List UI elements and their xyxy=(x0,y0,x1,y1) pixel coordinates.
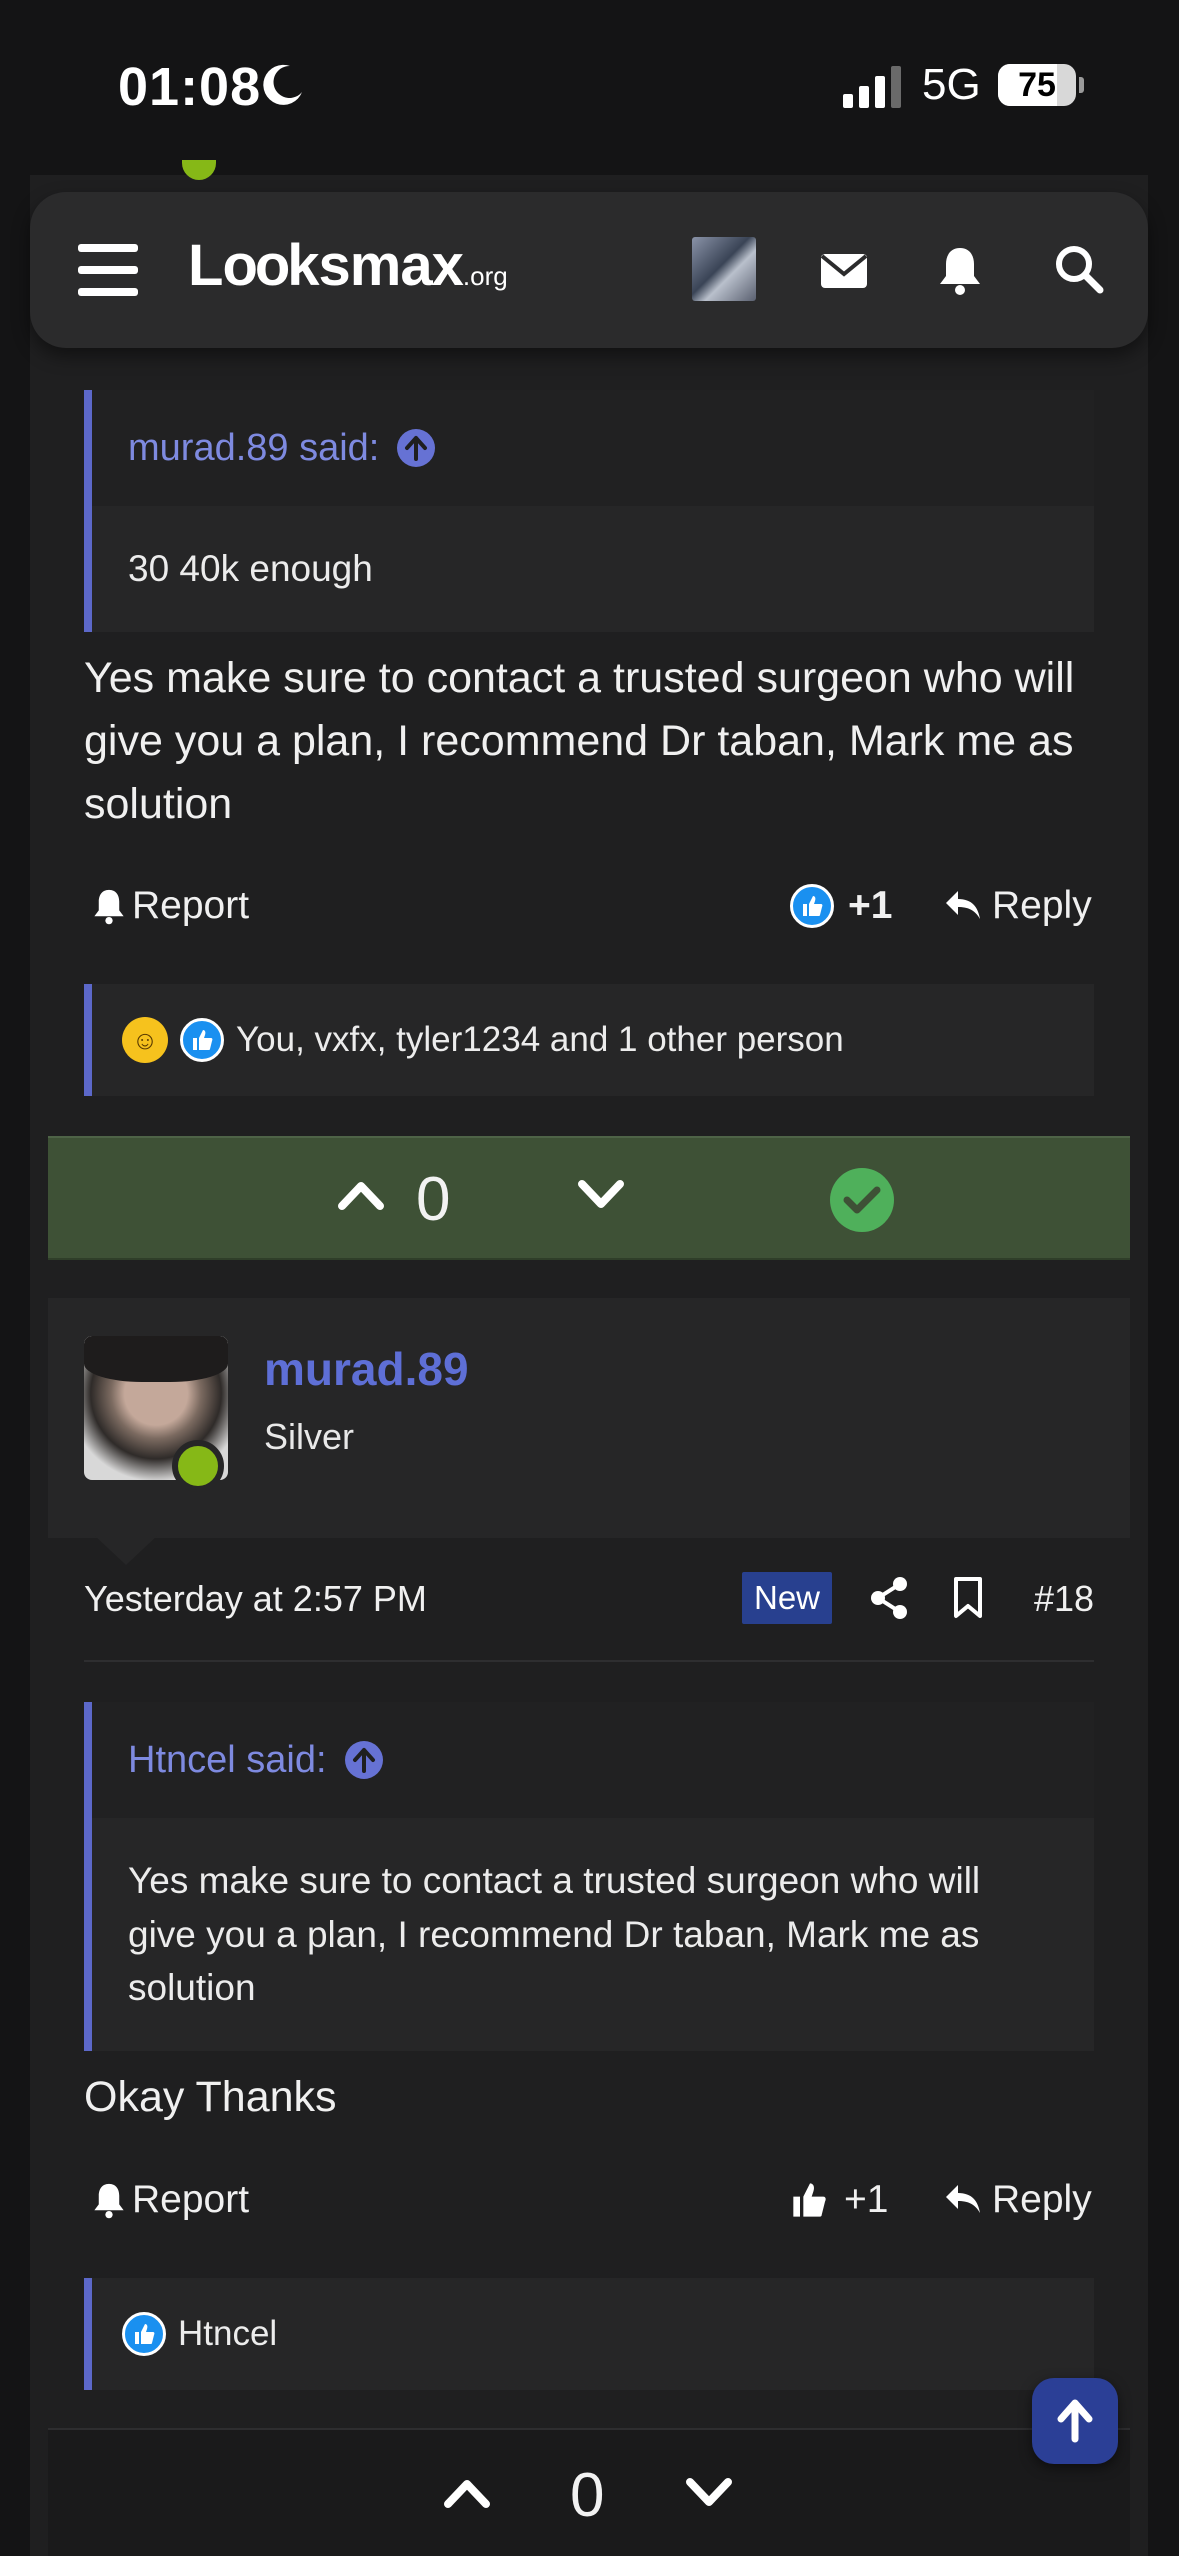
divider xyxy=(84,1660,1094,1662)
like-button[interactable]: +1 xyxy=(790,2178,888,2222)
like-reaction-icon xyxy=(790,884,834,928)
report-button[interactable]: Report xyxy=(92,884,249,928)
post2-meta: Yesterday at 2:57 PM New #18 xyxy=(84,1572,1094,1626)
vote-count: 0 xyxy=(570,2461,605,2530)
post1-vote-bar: 0 xyxy=(48,1136,1130,1260)
battery-icon: 75 xyxy=(998,64,1076,106)
search-icon[interactable] xyxy=(1054,244,1104,296)
user-block-notch xyxy=(94,1535,158,1565)
battery-nub xyxy=(1079,77,1084,93)
arrow-up-circle-icon[interactable] xyxy=(344,1741,383,1779)
report-button[interactable]: Report xyxy=(92,2178,249,2222)
chevron-up-icon[interactable] xyxy=(338,1174,384,1214)
post2-reactions[interactable]: Htncel xyxy=(84,2278,1094,2390)
like-reaction-icon xyxy=(180,1018,224,1062)
moon-icon xyxy=(263,64,302,105)
site-logo[interactable]: Looksmax.org xyxy=(188,232,508,299)
bell-icon xyxy=(94,889,124,925)
logo-text-part1: L xyxy=(188,233,223,298)
site-header: Looksmax.org xyxy=(30,192,1148,348)
quote-text: 30 40k enough xyxy=(128,548,373,589)
logo-suffix: .org xyxy=(462,261,508,291)
bell-icon[interactable] xyxy=(938,244,982,296)
scroll-to-top-button[interactable] xyxy=(1032,2378,1118,2464)
bookmark-icon[interactable] xyxy=(952,1576,984,1620)
post2-actions: Report +1 Reply xyxy=(84,2174,1094,2234)
status-time: 01:08 xyxy=(118,57,262,117)
mail-icon[interactable] xyxy=(820,244,868,296)
network-label: 5G xyxy=(922,60,981,109)
battery-level: 75 xyxy=(1018,66,1056,104)
post-number[interactable]: #18 xyxy=(1034,1578,1094,1620)
post1-actions: Report +1 Reply xyxy=(84,880,1094,940)
reply-label: Reply xyxy=(992,2178,1092,2221)
post1-text: Yes make sure to contact a trusted surge… xyxy=(84,654,1075,828)
report-label: Report xyxy=(132,884,250,927)
thumbs-up-icon xyxy=(793,2183,826,2217)
post2-text: Okay Thanks xyxy=(84,2073,337,2121)
online-indicator xyxy=(172,1440,224,1492)
like-count: +1 xyxy=(848,884,893,927)
reactions-list: Htncel xyxy=(178,2314,278,2353)
vote-count: 0 xyxy=(416,1165,451,1234)
quote-author[interactable]: Htncel said: xyxy=(128,1739,327,1782)
laugh-cry-reaction-icon: ☺ xyxy=(122,1017,168,1063)
arrow-up-icon xyxy=(1057,2399,1093,2443)
quote-header[interactable]: murad.89 said: xyxy=(92,390,1094,506)
post2-quote: Htncel said: Yes make sure to contact a … xyxy=(84,1702,1094,2051)
arrow-up-circle-icon[interactable] xyxy=(397,429,436,467)
post1-reactions[interactable]: ☺ You, vxfx, tyler1234 and 1 other perso… xyxy=(84,984,1094,1096)
reply-label: Reply xyxy=(992,884,1092,927)
post2-user-block: murad.89 Silver xyxy=(48,1298,1130,1538)
reply-icon xyxy=(946,891,980,919)
signal-icon xyxy=(843,66,901,108)
reply-button[interactable]: Reply xyxy=(944,2178,1092,2222)
share-icon[interactable] xyxy=(870,1576,910,1620)
reactions-list: You, vxfx, tyler1234 and 1 other person xyxy=(236,1020,844,1059)
status-bar: 01:08 5G 75 xyxy=(0,0,1179,175)
bell-icon xyxy=(94,2183,124,2219)
logo-text-part2: ksmax xyxy=(287,233,464,298)
quote-text: Yes make sure to contact a trusted surge… xyxy=(128,1860,981,2009)
user-rank: Silver xyxy=(264,1416,355,1457)
menu-icon[interactable] xyxy=(78,244,138,296)
avatar[interactable] xyxy=(692,237,756,301)
chevron-down-icon[interactable] xyxy=(686,2472,732,2512)
report-label: Report xyxy=(132,2178,250,2221)
post-date[interactable]: Yesterday at 2:57 PM xyxy=(84,1578,427,1620)
quote-author[interactable]: murad.89 said: xyxy=(128,427,379,470)
like-button[interactable]: +1 xyxy=(790,884,892,928)
chevron-down-icon[interactable] xyxy=(578,1174,624,1214)
quote-header[interactable]: Htncel said: xyxy=(92,1702,1094,1818)
post2-vote-bar: 0 xyxy=(48,2428,1130,2556)
chevron-up-icon[interactable] xyxy=(444,2472,490,2512)
post1-quote: murad.89 said: 30 40k enough xyxy=(84,390,1094,632)
solution-check-icon[interactable] xyxy=(830,1168,894,1232)
like-count: +1 xyxy=(844,2178,889,2221)
reply-button[interactable]: Reply xyxy=(944,884,1092,928)
like-reaction-icon xyxy=(122,2312,166,2356)
reply-icon xyxy=(946,2185,980,2213)
new-badge: New xyxy=(742,1572,833,1624)
username[interactable]: murad.89 xyxy=(264,1342,469,1396)
logo-text-oo: oo xyxy=(222,233,290,298)
